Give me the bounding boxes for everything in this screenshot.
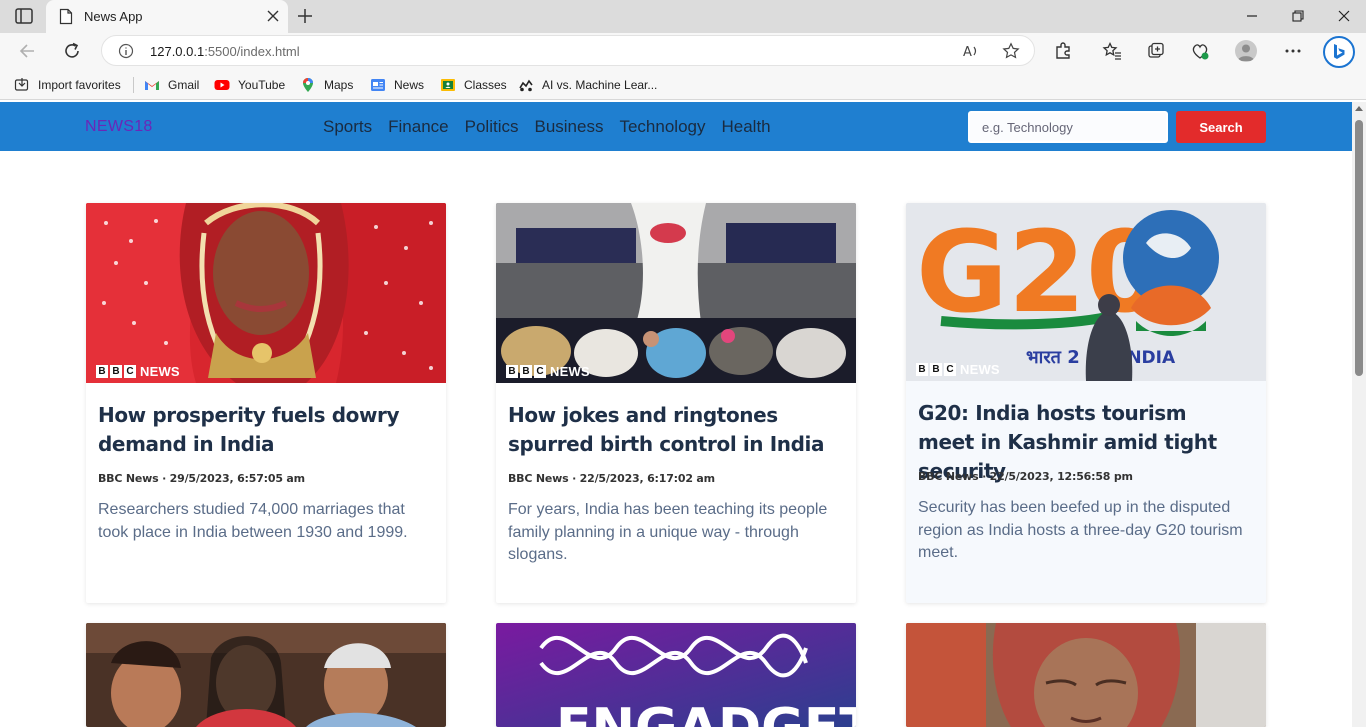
news-card[interactable]: BBC NEWS How prosperity fuels dowry dema…: [86, 203, 446, 603]
site-brand[interactable]: NEWS18: [85, 118, 153, 136]
site-info-icon[interactable]: [118, 43, 134, 59]
favorites-icon[interactable]: [1102, 41, 1122, 61]
logo-text: NEWS: [140, 364, 180, 379]
restore-icon[interactable]: [1290, 8, 1306, 24]
scrollbar-thumb[interactable]: [1355, 120, 1363, 376]
gmail-icon: [145, 81, 159, 90]
bing-icon: [1334, 44, 1345, 59]
browser-tab-strip: News App: [0, 0, 1366, 33]
maps-icon: [303, 78, 313, 92]
favorite-gmail[interactable]: Gmail: [144, 76, 199, 94]
person-icon: [1237, 44, 1255, 61]
browser-tab[interactable]: News App: [46, 0, 288, 33]
nav-links: Sports Finance Politics Business Technol…: [323, 117, 787, 137]
close-window-icon[interactable]: [1336, 8, 1352, 24]
article-title[interactable]: How prosperity fuels dowry demand in Ind…: [98, 401, 428, 459]
favorite-label: AI vs. Machine Lear...: [542, 78, 658, 92]
favorite-classes[interactable]: Classes: [440, 76, 507, 94]
article-meta: BBC News · 29/5/2023, 6:57:05 am: [98, 472, 305, 485]
bing-copilot-button[interactable]: [1323, 36, 1355, 68]
extensions-icon[interactable]: [1053, 41, 1073, 61]
news-image-family[interactable]: [86, 623, 446, 727]
favorite-label: Gmail: [168, 78, 200, 92]
favorite-ai-ml[interactable]: AI vs. Machine Lear...: [518, 76, 657, 94]
browser-toolbar: 127.0.0.1:5500/index.html A: [0, 33, 1366, 69]
more-options-icon[interactable]: [1283, 41, 1303, 61]
page-viewport: NEWS18 Sports Finance Politics Business …: [0, 102, 1352, 727]
favorite-label: Maps: [324, 78, 354, 92]
favorite-maps[interactable]: Maps: [300, 76, 353, 94]
page-scrollbar[interactable]: [1352, 102, 1366, 727]
classes-icon: [441, 79, 455, 91]
performance-icon[interactable]: [1190, 41, 1210, 61]
scroll-up-arrow-icon[interactable]: [1355, 106, 1363, 111]
profile-avatar[interactable]: [1235, 40, 1257, 62]
url-path: :5500/index.html: [204, 44, 300, 59]
article-description: Security has been beefed up in the dispu…: [918, 499, 1243, 561]
new-tab-icon[interactable]: [296, 7, 314, 25]
bbc-news-logo: BBC NEWS: [916, 362, 1000, 377]
article-meta: BBC News · 22/5/2023, 12:56:58 pm: [918, 470, 1133, 483]
favorite-youtube[interactable]: YouTube: [214, 76, 285, 94]
favorite-label: Import favorites: [38, 78, 121, 92]
favorite-label: Classes: [464, 78, 507, 92]
close-tab-icon[interactable]: [266, 9, 280, 23]
favorite-label: News: [394, 78, 425, 92]
article-title[interactable]: How jokes and ringtones spurred birth co…: [508, 401, 838, 459]
nav-link-business[interactable]: Business: [534, 117, 603, 137]
news-card[interactable]: ENGADGET: [496, 623, 856, 727]
news-image-bride[interactable]: BBC NEWS: [86, 203, 446, 383]
favorites-separator: [133, 77, 134, 93]
logo-text: NEWS: [550, 364, 590, 379]
refresh-icon[interactable]: [62, 41, 82, 61]
address-bar[interactable]: 127.0.0.1:5500/index.html A: [101, 35, 1035, 66]
favorite-label: YouTube: [238, 78, 286, 92]
search-input[interactable]: [968, 111, 1168, 143]
favorite-import[interactable]: Import favorites: [14, 76, 121, 94]
favorite-news[interactable]: News: [370, 76, 424, 94]
news-image-g20[interactable]: G20 भारत 2 INDIA BBC NEWS: [906, 203, 1266, 381]
nav-link-health[interactable]: Health: [721, 117, 770, 137]
article-description: For years, India has been teaching its p…: [508, 501, 828, 563]
news-image-engadget[interactable]: ENGADGET: [496, 623, 856, 727]
news-card[interactable]: [906, 623, 1266, 727]
page-icon: [59, 8, 73, 25]
article-meta: BBC News · 22/5/2023, 6:17:02 am: [508, 472, 715, 485]
bharat-mural-text: भारत 2: [1026, 347, 1080, 368]
logo-text: NEWS: [960, 362, 1000, 377]
youtube-icon: [214, 80, 230, 90]
news-card[interactable]: [86, 623, 446, 727]
nav-link-politics[interactable]: Politics: [465, 117, 519, 137]
engadget-logo-text: ENGADGET: [556, 698, 856, 727]
news-image-hospital[interactable]: BBC NEWS: [496, 203, 856, 383]
favorites-bar: Import favorites Gmail YouTube Maps News…: [0, 69, 1366, 100]
collections-icon[interactable]: [1146, 41, 1166, 61]
bookmark-icon: [519, 79, 533, 92]
news-card[interactable]: G20 भारत 2 INDIA BBC NEWS G20: India hos…: [906, 203, 1266, 603]
nav-link-sports[interactable]: Sports: [323, 117, 372, 137]
news-icon: [371, 79, 385, 91]
read-aloud-icon[interactable]: A: [962, 42, 980, 60]
bbc-news-logo: BBC NEWS: [96, 364, 180, 379]
import-icon: [14, 78, 29, 91]
news-image-elderly-woman[interactable]: [906, 623, 1266, 727]
url-host: 127.0.0.1: [150, 44, 205, 59]
tab-title: News App: [84, 9, 143, 24]
site-navbar: NEWS18 Sports Finance Politics Business …: [0, 102, 1352, 151]
nav-link-technology[interactable]: Technology: [619, 117, 705, 137]
search-button[interactable]: Search: [1176, 111, 1266, 143]
news-card[interactable]: BBC NEWS How jokes and ringtones spurred…: [496, 203, 856, 603]
minimize-icon[interactable]: [1244, 8, 1260, 24]
tab-actions-icon[interactable]: [14, 7, 34, 25]
nav-link-finance[interactable]: Finance: [388, 117, 448, 137]
back-arrow-icon[interactable]: [18, 41, 38, 61]
bbc-news-logo: BBC NEWS: [506, 364, 590, 379]
svg-text:A: A: [963, 45, 972, 60]
article-description: Researchers studied 74,000 marriages tha…: [98, 501, 408, 541]
url-text: 127.0.0.1:5500/index.html: [150, 44, 300, 59]
favorite-star-icon[interactable]: [1002, 42, 1020, 60]
